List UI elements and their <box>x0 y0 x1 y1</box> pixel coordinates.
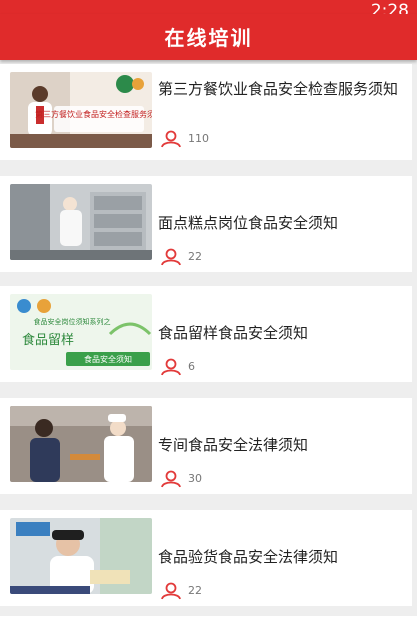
course-item[interactable]: 面点糕点岗位食品安全须知 22 <box>0 176 412 272</box>
user-icon <box>161 248 181 266</box>
user-icon <box>161 358 181 376</box>
view-count-value: 22 <box>188 250 202 263</box>
course-title[interactable]: 专间食品安全法律须知 <box>158 434 398 456</box>
view-count-value: 22 <box>188 584 202 597</box>
thumb-caption: 食品留样 <box>22 332 74 348</box>
thumb-caption: 第三方餐饮业食品安全检查服务须知 <box>35 109 152 119</box>
page-title: 在线培训 <box>164 26 253 50</box>
course-thumbnail <box>10 406 152 482</box>
course-thumbnail: 食品安全岗位须知系列之 食品留样 食品安全须知 <box>10 294 152 370</box>
course-title[interactable]: 食品验货食品安全法律须知 <box>158 546 398 568</box>
course-title[interactable]: 食品留样食品安全须知 <box>158 322 398 344</box>
thumb-caption: 食品安全须知 <box>84 354 132 364</box>
course-thumbnail <box>10 184 152 260</box>
user-icon <box>161 130 181 148</box>
course-item[interactable]: 第三方餐饮业食品安全检查服务须知 第三方餐饮业食品安全检查服务须知 110 <box>0 64 412 160</box>
view-count-value: 30 <box>188 472 202 485</box>
app-header: 在线培训 <box>0 14 417 60</box>
view-count-value: 6 <box>188 360 195 373</box>
course-item[interactable]: 食品验货食品安全法律须知 22 <box>0 510 412 606</box>
user-icon <box>161 582 181 600</box>
course-item[interactable]: 食品安全岗位须知系列之 食品留样 食品安全须知 食品留样食品安全须知 6 <box>0 286 412 382</box>
course-item[interactable]: 专间食品安全法律须知 30 <box>0 398 412 494</box>
view-count-value: 110 <box>188 132 209 145</box>
thumb-caption: 食品安全岗位须知系列之 <box>34 317 111 326</box>
course-title[interactable]: 面点糕点岗位食品安全须知 <box>158 212 398 234</box>
course-title[interactable]: 第三方餐饮业食品安全检查服务须知 <box>158 78 398 100</box>
course-thumbnail <box>10 518 152 594</box>
user-icon <box>161 470 181 488</box>
course-thumbnail: 第三方餐饮业食品安全检查服务须知 <box>10 72 152 148</box>
next-item-peek <box>0 616 417 626</box>
